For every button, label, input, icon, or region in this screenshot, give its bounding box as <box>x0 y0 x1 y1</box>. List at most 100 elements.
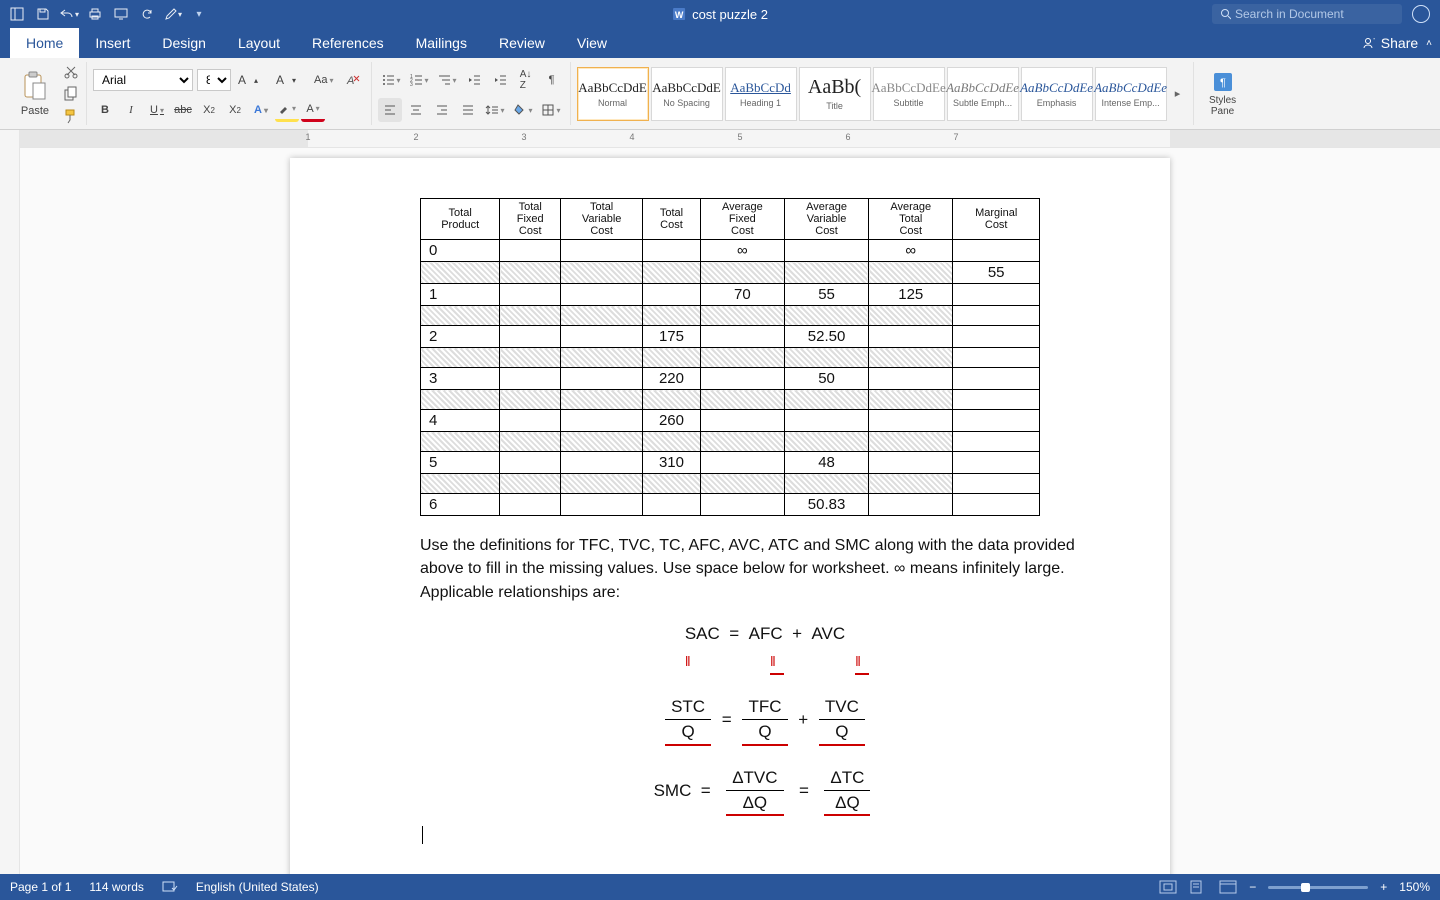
tab-layout[interactable]: Layout <box>222 28 296 58</box>
sort-button[interactable]: A↓Z <box>514 68 538 92</box>
style-title[interactable]: AaBb(Title <box>799 67 871 121</box>
search-box[interactable] <box>1212 4 1402 24</box>
page-indicator[interactable]: Page 1 of 1 <box>10 880 71 894</box>
table-cell <box>953 452 1040 474</box>
share-button[interactable]: + Share ˄ <box>1353 28 1440 58</box>
bullets-button[interactable] <box>378 68 404 92</box>
undo-icon[interactable]: ▾ <box>58 3 80 25</box>
styles-pane-button[interactable]: ¶ Styles Pane <box>1200 66 1246 122</box>
tab-design[interactable]: Design <box>146 28 222 58</box>
show-marks-button[interactable]: ¶ <box>540 68 564 92</box>
underline-button[interactable]: U <box>145 98 169 122</box>
table-cell: 4 <box>421 410 500 432</box>
tab-home[interactable]: Home <box>10 28 79 58</box>
cut-icon[interactable] <box>62 63 80 81</box>
numbering-button[interactable]: 123 <box>406 68 432 92</box>
strikethrough-button[interactable]: abc <box>171 98 195 122</box>
zoom-level[interactable]: 150% <box>1399 880 1430 894</box>
increase-indent-button[interactable] <box>488 68 512 92</box>
search-input[interactable] <box>1235 7 1394 21</box>
line-spacing-button[interactable] <box>482 98 508 122</box>
screen-icon[interactable] <box>110 3 132 25</box>
horizontal-ruler: 1234567 <box>20 130 1440 148</box>
save-icon[interactable] <box>32 3 54 25</box>
style-intense-emp-[interactable]: AaBbCcDdEeIntense Emp... <box>1095 67 1167 121</box>
tab-review[interactable]: Review <box>483 28 561 58</box>
table-cell: 50 <box>784 368 868 390</box>
change-case-button[interactable]: Aa <box>311 68 336 92</box>
font-name-combo[interactable]: Arial <box>93 69 193 91</box>
tab-references[interactable]: References <box>296 28 400 58</box>
font-color-button[interactable]: A <box>301 98 325 122</box>
zoom-slider[interactable] <box>1268 886 1368 889</box>
language-indicator[interactable]: English (United States) <box>196 880 319 894</box>
format-painter-icon[interactable] <box>62 107 80 125</box>
table-cell <box>561 494 643 516</box>
table-cell <box>500 240 561 262</box>
align-left-button[interactable] <box>378 98 402 122</box>
document-title-text: cost puzzle 2 <box>692 7 768 22</box>
paste-button[interactable]: Paste <box>12 71 58 117</box>
align-center-button[interactable] <box>404 98 428 122</box>
zoom-in-button[interactable]: + <box>1380 880 1387 894</box>
feedback-icon[interactable] <box>1412 5 1430 23</box>
web-layout-icon[interactable] <box>1219 880 1237 894</box>
bold-button[interactable]: B <box>93 98 117 122</box>
grow-font-button[interactable]: A▴ <box>235 68 269 92</box>
table-row <box>421 348 1040 368</box>
font-size-combo[interactable]: 8 <box>197 69 231 91</box>
table-header: TotalFixedCost <box>500 199 561 240</box>
tab-insert[interactable]: Insert <box>79 28 146 58</box>
work-area: 1234567 TotalProductTotalFixedCostTotalV… <box>0 130 1440 874</box>
svg-text:W: W <box>675 10 684 20</box>
style-emphasis[interactable]: AaBbCcDdEeEmphasis <box>1021 67 1093 121</box>
subscript-button[interactable]: X2 <box>197 98 221 122</box>
multilevel-list-button[interactable] <box>434 68 460 92</box>
zoom-out-button[interactable]: − <box>1249 880 1256 894</box>
shading-button[interactable] <box>510 98 536 122</box>
style-no-spacing[interactable]: AaBbCcDdENo Spacing <box>651 67 723 121</box>
focus-view-icon[interactable] <box>1159 880 1177 894</box>
styles-more-button[interactable]: ▸ <box>1169 87 1187 100</box>
table-cell: 260 <box>643 410 701 432</box>
table-header: AverageTotalCost <box>869 199 953 240</box>
italic-button[interactable]: I <box>119 98 143 122</box>
style-subtle-emph-[interactable]: AaBbCcDdEeSubtle Emph... <box>947 67 1019 121</box>
table-cell <box>643 494 701 516</box>
superscript-button[interactable]: X2 <box>223 98 247 122</box>
highlight-button[interactable] <box>275 98 299 122</box>
vertical-ruler <box>0 130 20 874</box>
edit-icon[interactable]: ▾ <box>162 3 184 25</box>
clear-formatting-button[interactable]: A <box>341 68 365 92</box>
tab-mailings[interactable]: Mailings <box>400 28 483 58</box>
qat-customize-icon[interactable]: ▾ <box>188 3 210 25</box>
ribbon-tabs: Home Insert Design Layout References Mai… <box>0 28 1440 58</box>
style-subtitle[interactable]: AaBbCcDdEeSubtitle <box>873 67 945 121</box>
justify-button[interactable] <box>456 98 480 122</box>
repeat-icon[interactable] <box>136 3 158 25</box>
text-effects-button[interactable]: A <box>249 98 273 122</box>
table-cell <box>500 326 561 348</box>
table-header: TotalProduct <box>421 199 500 240</box>
borders-button[interactable] <box>538 98 564 122</box>
document-canvas[interactable]: TotalProductTotalFixedCostTotalVariableC… <box>20 148 1440 874</box>
print-layout-icon[interactable] <box>1189 880 1207 894</box>
word-count[interactable]: 114 words <box>89 880 143 894</box>
print-icon[interactable] <box>84 3 106 25</box>
copy-icon[interactable] <box>62 85 80 103</box>
style-normal[interactable]: AaBbCcDdENormal <box>577 67 649 121</box>
decrease-indent-button[interactable] <box>462 68 486 92</box>
table-row <box>421 306 1040 326</box>
table-cell <box>953 326 1040 348</box>
chevron-up-icon[interactable]: ˄ <box>1426 38 1432 49</box>
spellcheck-icon[interactable] <box>162 880 178 894</box>
table-cell: 5 <box>421 452 500 474</box>
align-right-button[interactable] <box>430 98 454 122</box>
window-layout-icon[interactable] <box>6 3 28 25</box>
tab-view[interactable]: View <box>561 28 623 58</box>
table-cell <box>869 494 953 516</box>
table-cell: 48 <box>784 452 868 474</box>
shrink-font-button[interactable]: A▾ <box>273 68 307 92</box>
style-heading-1[interactable]: AaBbCcDdHeading 1 <box>725 67 797 121</box>
table-cell <box>561 240 643 262</box>
